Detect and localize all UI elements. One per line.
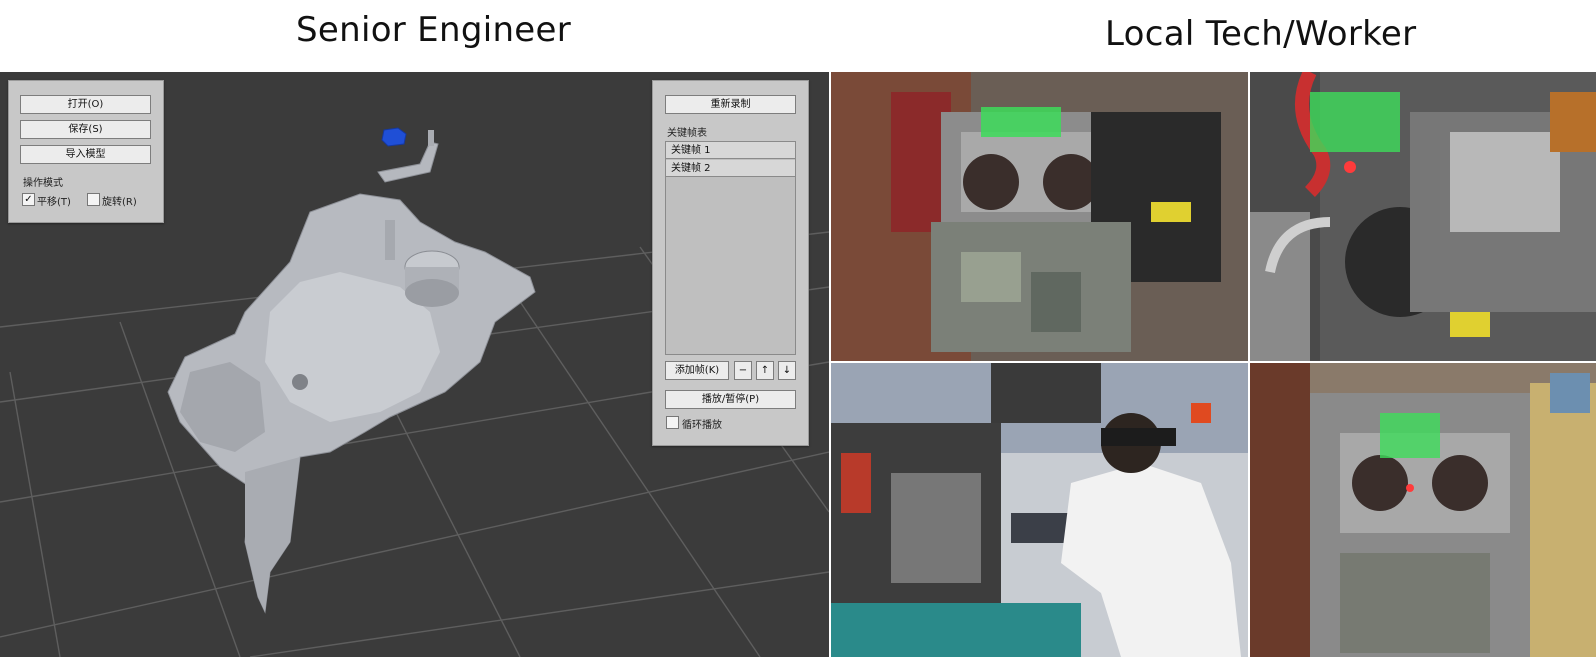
open-button[interactable]: 打开(O) [20,95,151,114]
loop-label: 循环播放 [682,420,722,431]
save-button[interactable]: 保存(S) [20,120,151,139]
keyframe-item-1[interactable]: 关键帧 1 [666,142,795,159]
keyframe-list[interactable]: 关键帧 1 关键帧 2 [665,141,796,355]
keyframe-panel: 重新录制 关键帧表 关键帧 1 关键帧 2 添加帧(K) − ↑ ↓ 播放/暂停… [652,80,809,446]
add-frame-button[interactable]: 添加帧(K) [665,361,729,380]
remove-frame-button[interactable]: − [734,361,752,380]
translate-checkbox[interactable]: ✓ [22,193,35,206]
file-tool-panel: 打开(O) 保存(S) 导入模型 操作模式 ✓ 平移(T) 旋转(R) [8,80,164,223]
3d-viewport[interactable]: 打开(O) 保存(S) 导入模型 操作模式 ✓ 平移(T) 旋转(R) 重新录制… [0,72,829,657]
loop-checkbox[interactable] [666,416,679,429]
move-down-button[interactable]: ↓ [778,361,796,380]
play-pause-button[interactable]: 播放/暂停(P) [665,390,796,409]
title-senior-engineer: Senior Engineer [296,10,572,50]
translate-label: 平移(T) [37,197,71,208]
import-model-button[interactable]: 导入模型 [20,145,151,164]
rotate-checkbox[interactable] [87,193,100,206]
operation-mode-label: 操作模式 [23,178,63,189]
move-up-button[interactable]: ↑ [756,361,774,380]
keyframe-item-2[interactable]: 关键帧 2 [666,160,795,177]
title-local-tech-worker: Local Tech/Worker [1105,14,1417,54]
video-engine-closeup [1250,72,1596,361]
video-engine-side [1250,363,1596,657]
video-engine-front [831,72,1248,361]
gearbox-model [167,127,536,614]
keyframe-list-label: 关键帧表 [667,128,707,139]
video-worker-with-headset [831,363,1248,657]
rotate-label: 旋转(R) [102,197,137,208]
rerecord-button[interactable]: 重新录制 [665,95,796,114]
